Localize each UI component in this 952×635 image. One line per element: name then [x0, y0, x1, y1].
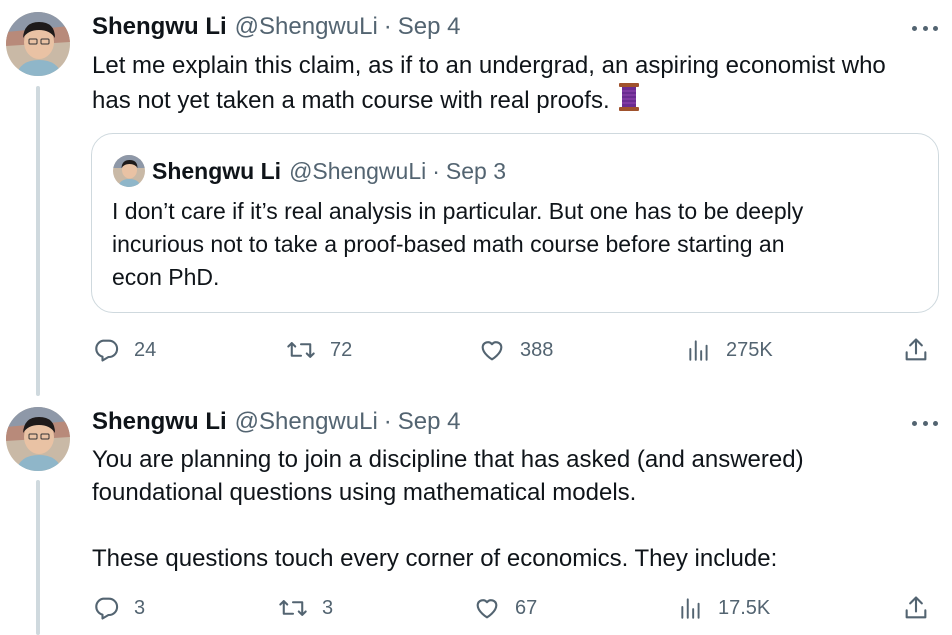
like-count: 67 [515, 596, 538, 619]
separator-dot: · [383, 13, 392, 40]
text-line: You are planning to join a discipline th… [92, 446, 804, 473]
reply-button[interactable]: 24 [92, 334, 156, 366]
quote-avatar[interactable] [113, 155, 145, 187]
reply-count: 24 [134, 338, 157, 361]
heart-icon [481, 341, 503, 361]
like-count: 388 [520, 338, 554, 361]
quote-text-line: I don’t care if it’s real analysis in pa… [112, 198, 804, 224]
repost-icon [287, 342, 315, 358]
tweet-actions: 24 72 388 275K [92, 334, 942, 366]
reply-count: 3 [134, 596, 146, 619]
text-line: foundational questions using mathematica… [92, 479, 637, 506]
thread-spool-icon [616, 82, 642, 121]
tweet-text: You are planning to join a discipline th… [92, 443, 942, 575]
avatar[interactable] [6, 12, 70, 76]
post-date[interactable]: Sep 4 [398, 408, 461, 436]
more-options-icon[interactable] [912, 413, 938, 433]
author-handle[interactable]: @ShengwuLi [235, 13, 378, 41]
repost-icon [279, 600, 307, 616]
heart-icon [476, 599, 498, 619]
quote-author-name: Shengwu Li [152, 157, 282, 184]
reply-button[interactable]: 3 [92, 592, 145, 624]
reply-icon [95, 339, 119, 362]
text-line: Let me explain this claim, as if to an u… [92, 52, 886, 79]
quote-date: Sep 3 [445, 157, 507, 184]
quoted-tweet[interactable]: Shengwu Li @ShengwuLi · Sep 3 I don’t ca… [91, 133, 939, 313]
tweet[interactable]: Shengwu Li @ShengwuLi · Sep 4 You are pl… [0, 395, 952, 635]
view-count: 17.5K [718, 596, 771, 619]
text-line: These questions touch every corner of ec… [92, 545, 778, 572]
tweet-header: Shengwu Li @ShengwuLi · Sep 4 [92, 12, 461, 42]
repost-button[interactable]: 3 [278, 592, 333, 624]
analytics-icon [681, 598, 700, 619]
repost-count: 3 [322, 596, 334, 619]
author-name[interactable]: Shengwu Li [92, 408, 227, 436]
analytics-icon [689, 340, 708, 361]
post-date[interactable]: Sep 4 [398, 13, 461, 41]
views-button[interactable]: 275K [686, 334, 773, 366]
author-name[interactable]: Shengwu Li [92, 13, 227, 41]
avatar[interactable] [6, 407, 70, 471]
tweet-actions: 3 3 67 17.5K [92, 592, 942, 624]
quote-text-line: incurious not to take a proof-based math… [112, 231, 785, 257]
like-button[interactable]: 67 [473, 592, 537, 624]
separator-dot: · [432, 157, 440, 184]
thread-view: Shengwu Li @ShengwuLi · Sep 4 Let me exp… [0, 0, 952, 635]
text-line-with-emoji: has not yet taken a math course with rea… [92, 82, 942, 121]
author-handle[interactable]: @ShengwuLi [235, 408, 378, 436]
tweet-header: Shengwu Li @ShengwuLi · Sep 4 [92, 407, 461, 437]
reply-icon [95, 597, 119, 620]
view-count: 275K [726, 338, 773, 361]
share-button[interactable] [902, 334, 930, 366]
quote-author-handle: @ShengwuLi [289, 157, 427, 184]
tweet-text: Let me explain this claim, as if to an u… [92, 49, 942, 121]
share-icon [905, 338, 927, 361]
separator-dot: · [383, 408, 392, 435]
quote-header: Shengwu Li @ShengwuLi · Sep 3 [152, 156, 506, 186]
more-options-icon[interactable] [912, 18, 938, 38]
quote-text-line: econ PhD. [112, 264, 220, 290]
tweet[interactable]: Shengwu Li @ShengwuLi · Sep 4 Let me exp… [0, 0, 952, 390]
views-button[interactable]: 17.5K [678, 592, 770, 624]
like-button[interactable]: 388 [478, 334, 553, 366]
repost-button[interactable]: 72 [286, 334, 352, 366]
repost-count: 72 [330, 338, 353, 361]
share-button[interactable] [902, 592, 930, 624]
share-icon [905, 596, 927, 619]
quote-text: I don’t care if it’s real analysis in pa… [112, 195, 912, 294]
